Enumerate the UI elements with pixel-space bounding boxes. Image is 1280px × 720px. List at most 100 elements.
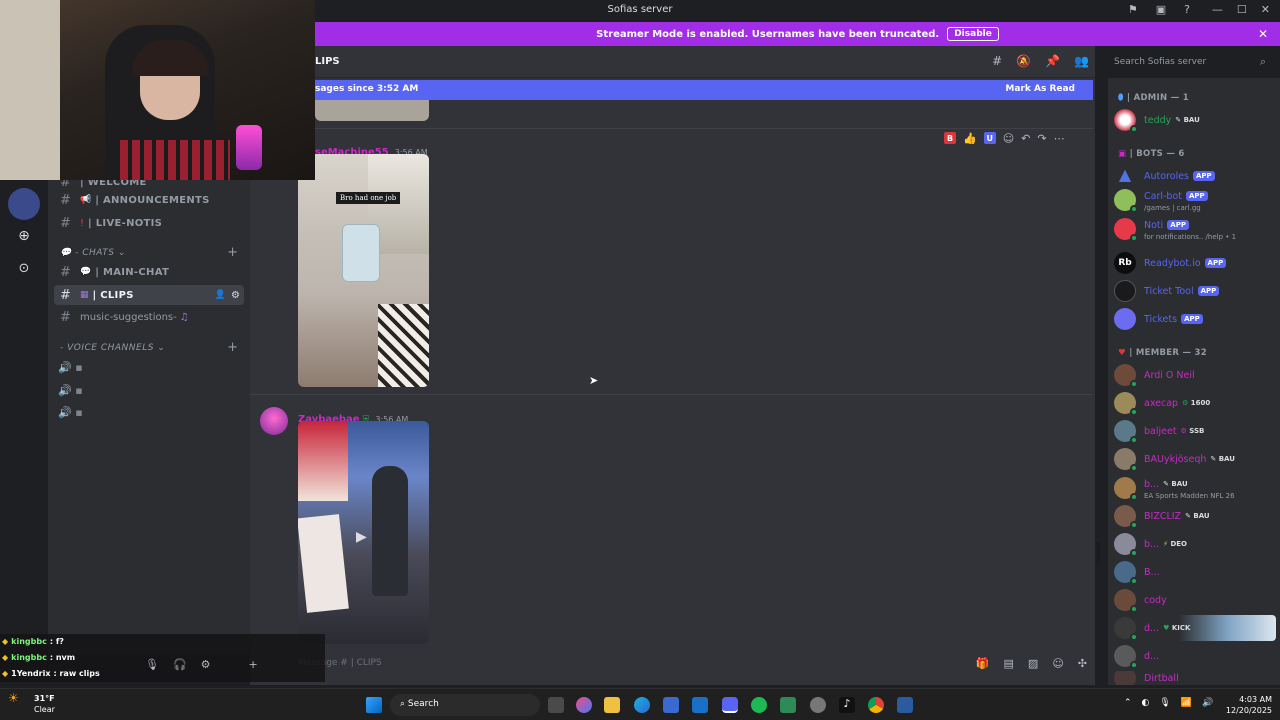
- store-icon[interactable]: [663, 697, 679, 713]
- mic-tray-icon[interactable]: 🎙: [1159, 698, 1170, 708]
- sign-board: [298, 514, 349, 613]
- channel-main-chat[interactable]: # 💬 | MAIN-CHAT: [54, 262, 244, 282]
- thumbs-up-icon[interactable]: 👍: [963, 132, 977, 145]
- member-item[interactable]: Rb Readybot.io APP: [1114, 250, 1276, 276]
- maximize-icon[interactable]: ☐: [1237, 3, 1247, 16]
- gift-icon[interactable]: 🎁: [976, 657, 990, 670]
- start-icon[interactable]: [366, 697, 382, 713]
- weather-widget[interactable]: ☀ 31°F Clear: [8, 692, 55, 714]
- clock[interactable]: 4:03 AM 12/20/2025: [1226, 694, 1272, 716]
- reply-icon[interactable]: ↶: [1021, 132, 1030, 145]
- tray-icon[interactable]: ◐: [1142, 698, 1150, 708]
- threads-icon[interactable]: #: [992, 54, 1002, 68]
- channel-live-notis[interactable]: #! | LIVE-NOTIS: [54, 213, 244, 233]
- settings-icon[interactable]: ⚙: [231, 290, 240, 301]
- voice-channel-3[interactable]: 🔊 ▪: [58, 406, 83, 419]
- flag-icon[interactable]: ⚑: [1128, 3, 1138, 16]
- add-voice-channel-icon[interactable]: +: [227, 340, 238, 355]
- scrollbar-thumb[interactable]: [1096, 542, 1100, 564]
- close-icon[interactable]: ✕: [1258, 27, 1268, 41]
- avatar[interactable]: [260, 407, 288, 435]
- apps-icon[interactable]: ✣: [1078, 657, 1087, 670]
- member-item[interactable]: d...: [1114, 643, 1276, 669]
- member-item[interactable]: BIZCLIZ ✎ BAU: [1114, 503, 1276, 529]
- app-icon[interactable]: [897, 697, 913, 713]
- member-item[interactable]: Dirtball: [1114, 671, 1276, 685]
- task-view-icon[interactable]: [548, 697, 564, 713]
- app-icon[interactable]: [780, 697, 796, 713]
- video-player[interactable]: ▶: [298, 421, 429, 644]
- close-window-icon[interactable]: ✕: [1261, 3, 1270, 16]
- member-item[interactable]: d... ♥ KICK: [1114, 615, 1276, 641]
- category-chats[interactable]: 💬 - CHATS ⌄: [60, 248, 126, 258]
- reaction-u[interactable]: U: [983, 132, 996, 144]
- volume-icon[interactable]: 🔊: [1202, 698, 1213, 708]
- disable-button[interactable]: Disable: [947, 27, 999, 41]
- mark-as-read-button[interactable]: Mark As Read: [1005, 84, 1075, 94]
- file-explorer-icon[interactable]: [604, 697, 620, 713]
- message-actions: B 👍 U ☺ ↶ ↷ ⋯: [944, 129, 1065, 147]
- member-item[interactable]: teddy ✎ BAU: [1114, 107, 1276, 133]
- add-reaction-icon[interactable]: ☺: [1003, 132, 1014, 145]
- voice-channel-2[interactable]: 🔊 ▪: [58, 384, 83, 397]
- discord-icon[interactable]: [722, 697, 738, 713]
- outlook-icon[interactable]: [692, 697, 708, 713]
- voice-channel-1[interactable]: 🔊 ▪: [58, 361, 83, 374]
- video-thumbnail[interactable]: [315, 100, 429, 121]
- channel-music-suggestions[interactable]: # music-suggestions- ♫: [54, 307, 244, 327]
- member-item[interactable]: cody: [1114, 587, 1276, 613]
- reaction-b[interactable]: B: [944, 132, 956, 144]
- message-input[interactable]: Message # | CLIPS: [290, 655, 1090, 673]
- members-icon[interactable]: 👥: [1074, 54, 1089, 68]
- emoji-icon[interactable]: ☺: [1052, 657, 1063, 670]
- member-item[interactable]: Noti APP for notifications.. /help • 1: [1114, 216, 1276, 242]
- member-item[interactable]: B...: [1114, 559, 1276, 585]
- microphone-icon[interactable]: 🎙: [145, 658, 159, 671]
- minimize-icon[interactable]: —: [1212, 3, 1223, 16]
- channel-announcements[interactable]: # 📢 | ANNOUNCEMENTS: [54, 190, 244, 210]
- server-icon[interactable]: [8, 188, 40, 220]
- gif-icon[interactable]: ▤: [1004, 657, 1014, 670]
- forward-icon[interactable]: ↷: [1037, 132, 1046, 145]
- category-voice[interactable]: - VOICE CHANNELS ⌄: [60, 343, 165, 353]
- notifications-icon[interactable]: 🔕: [1016, 54, 1031, 68]
- explore-icon[interactable]: ⊙: [8, 252, 40, 284]
- member-item[interactable]: baljeet ⚙ SSB: [1114, 418, 1276, 444]
- user-settings-icon[interactable]: ⚙: [201, 658, 211, 671]
- headphones-icon[interactable]: 🎧: [173, 658, 187, 671]
- chevron-up-icon[interactable]: ⌃: [1124, 698, 1132, 708]
- chrome-icon[interactable]: [868, 697, 884, 713]
- taskbar-search[interactable]: ⌕ Search: [390, 694, 540, 716]
- member-item[interactable]: Ticket Tool APP: [1114, 278, 1276, 304]
- member-item[interactable]: BAUykjöseqh ✎ BAU: [1114, 446, 1276, 472]
- help-icon[interactable]: ?: [1184, 3, 1190, 16]
- copilot-icon[interactable]: [576, 697, 592, 713]
- play-icon[interactable]: ▶: [356, 529, 367, 545]
- new-messages-bar[interactable]: sages since 3:52 AM Mark As Read: [315, 80, 1093, 100]
- member-item[interactable]: Carl-bot APP/games | carl.gg: [1114, 187, 1276, 213]
- edge-icon[interactable]: [634, 697, 650, 713]
- member-item[interactable]: b... ✎ BAU EA Sports Madden NFL 26: [1114, 475, 1276, 501]
- pin-icon[interactable]: 📌: [1045, 54, 1060, 68]
- spotify-icon[interactable]: [751, 697, 767, 713]
- heart-icon: ♥: [1118, 348, 1126, 358]
- add-server-icon[interactable]: ⊕: [8, 220, 40, 252]
- member-item[interactable]: Ardi O Neil: [1114, 362, 1276, 388]
- app-icon[interactable]: [810, 697, 826, 713]
- inbox-icon[interactable]: ▣: [1156, 3, 1166, 16]
- member-item[interactable]: Tickets APP: [1114, 306, 1276, 332]
- member-item[interactable]: axecap ⚙ 1600: [1114, 390, 1276, 416]
- add-channel-icon[interactable]: +: [227, 245, 238, 260]
- channel-clips[interactable]: # ▦ | CLIPS ⚙ 👤: [54, 285, 244, 305]
- invite-icon[interactable]: 👤: [215, 290, 226, 300]
- wifi-icon[interactable]: 📶: [1181, 698, 1192, 708]
- sticker-icon[interactable]: ▨: [1028, 657, 1038, 670]
- member-item[interactable]: b... ⚡ DEO: [1114, 531, 1276, 557]
- more-icon[interactable]: ⋯: [1054, 132, 1065, 145]
- bot-icon: ▣: [1118, 149, 1127, 159]
- video-player[interactable]: Bro had one job: [298, 154, 429, 387]
- tiktok-icon[interactable]: ♪: [839, 697, 855, 713]
- search-input[interactable]: Search Sofias server ⌕: [1108, 52, 1272, 74]
- member-item[interactable]: ▲ Autoroles APP: [1114, 163, 1276, 189]
- add-icon[interactable]: +: [249, 658, 258, 671]
